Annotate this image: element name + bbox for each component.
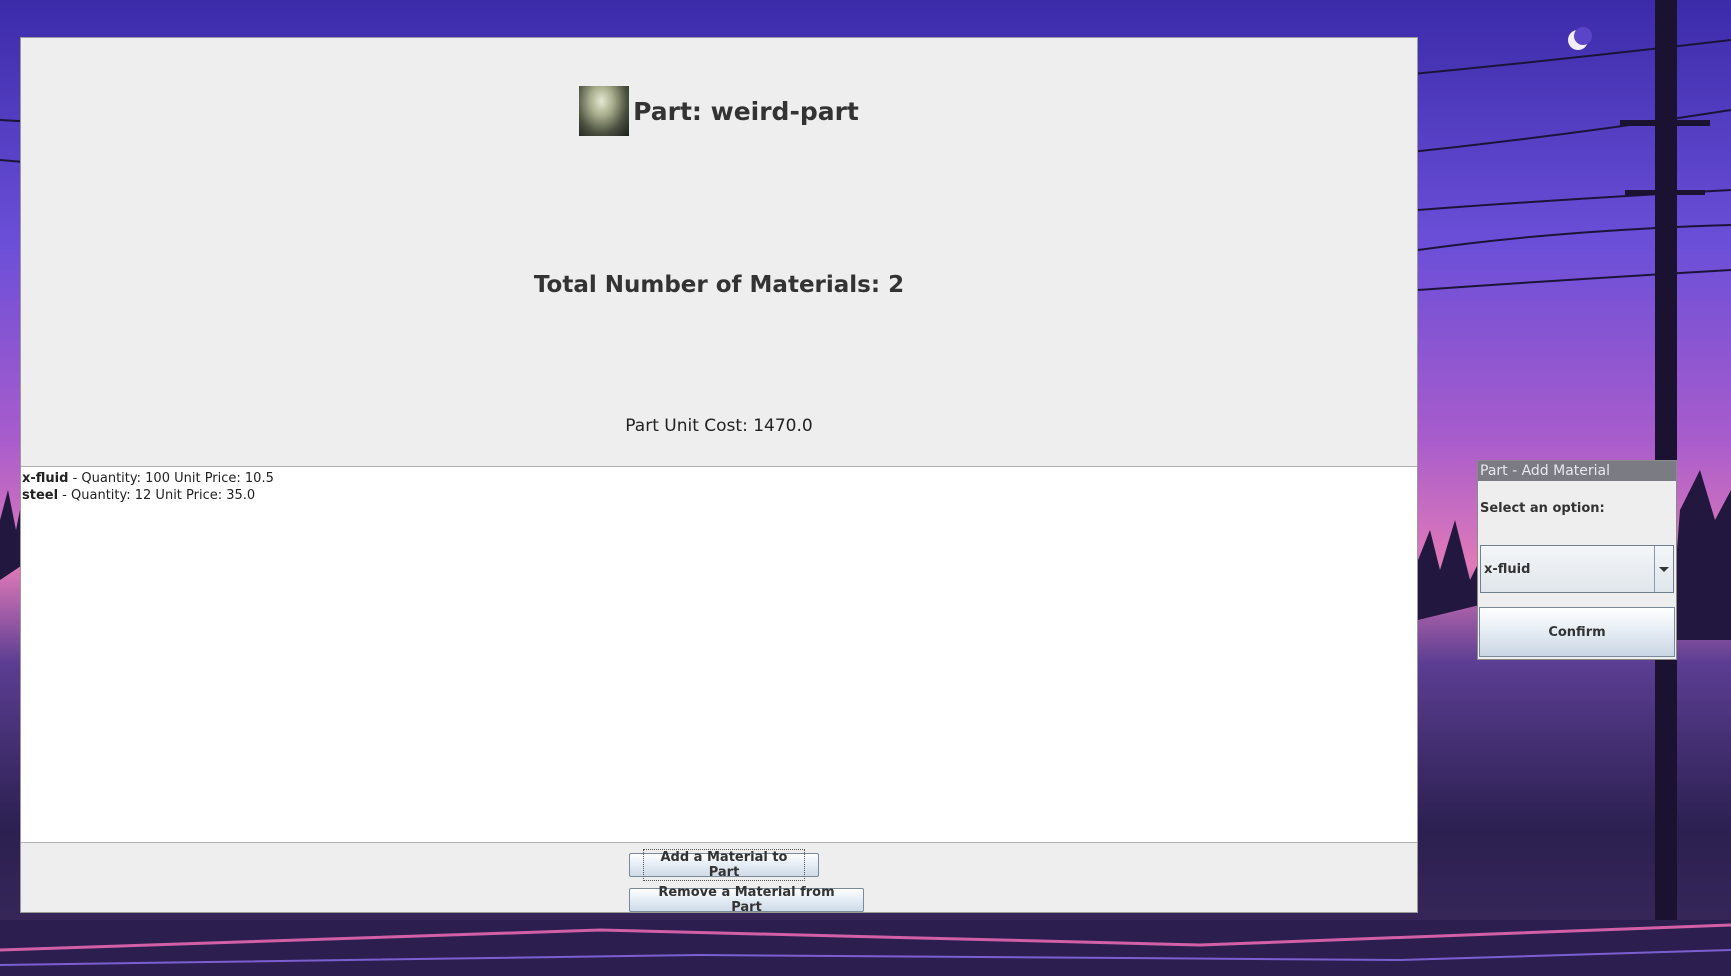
- material-name: steel: [22, 488, 59, 503]
- add-material-dialog: Part - Add Material Select an option: x-…: [1477, 460, 1677, 660]
- part-header: Part: weird-part: [21, 86, 1417, 136]
- material-select-value: x-fluid: [1481, 546, 1655, 592]
- materials-count-label: Total Number of Materials: 2: [533, 272, 905, 298]
- chevron-down-icon[interactable]: [1655, 546, 1673, 592]
- remove-material-button[interactable]: Remove a Material from Part: [629, 885, 864, 915]
- dialog-title[interactable]: Part - Add Material: [1478, 461, 1676, 481]
- part-image: [579, 86, 630, 136]
- confirm-button[interactable]: Confirm: [1479, 607, 1675, 657]
- material-details: Quantity: 12 Unit Price: 35.0: [71, 488, 256, 503]
- material-details: Quantity: 100 Unit Price: 10.5: [81, 471, 274, 486]
- part-window: Part: weird-part Total Number of Materia…: [20, 37, 1418, 915]
- add-material-button[interactable]: Add a Material to Part: [629, 849, 819, 881]
- remove-material-label: Remove a Material from Part: [658, 885, 835, 915]
- part-title: Part: weird-part: [633, 96, 859, 126]
- material-name: x-fluid: [22, 471, 69, 486]
- list-item[interactable]: steel - Quantity: 12 Unit Price: 35.0: [22, 487, 1416, 504]
- list-item[interactable]: x-fluid - Quantity: 100 Unit Price: 10.5: [22, 470, 1416, 487]
- unit-cost-label: Part Unit Cost: 1470.0: [625, 416, 813, 436]
- dialog-prompt: Select an option:: [1480, 501, 1605, 516]
- material-select[interactable]: x-fluid: [1480, 545, 1674, 593]
- add-material-label: Add a Material to Part: [643, 849, 805, 881]
- materials-list[interactable]: x-fluid - Quantity: 100 Unit Price: 10.5…: [21, 466, 1417, 843]
